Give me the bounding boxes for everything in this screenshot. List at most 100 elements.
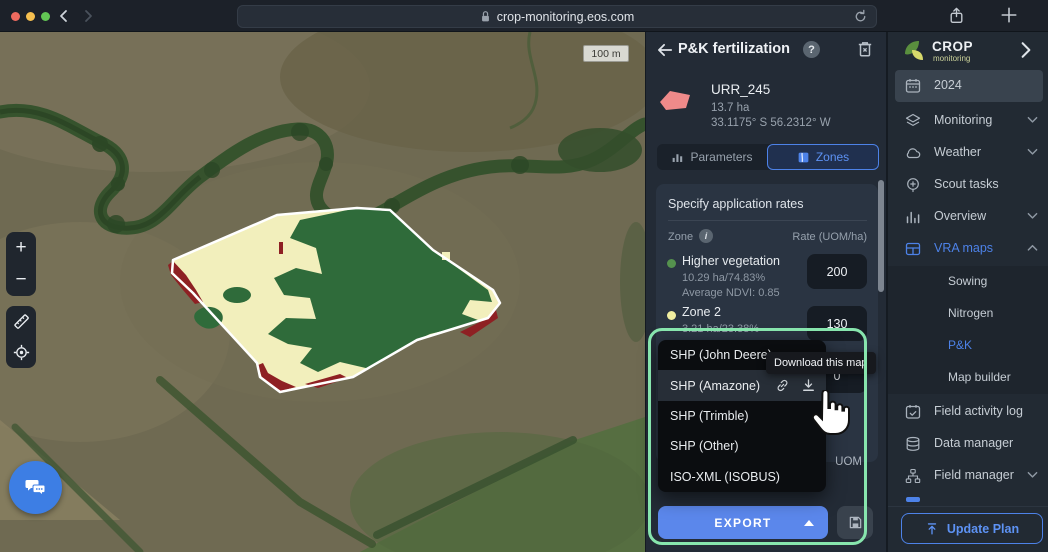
menu-item-shp-other[interactable]: SHP (Other): [658, 431, 826, 461]
browser-back-button[interactable]: [56, 8, 72, 24]
chevron-up-icon: [1027, 244, 1038, 252]
floppy-save-icon: [848, 515, 863, 530]
map-canvas[interactable]: 100 m + −: [0, 32, 645, 552]
tab-parameters-label: Parameters: [690, 150, 752, 164]
zone2-rate-input[interactable]: [807, 306, 867, 341]
sidebar-item-overview[interactable]: Overview: [888, 201, 1048, 233]
zone-column-header: Zone: [668, 231, 693, 243]
field-area: 13.7 ha: [711, 102, 749, 114]
bar-chart-icon: [671, 151, 684, 164]
panel-title: P&K fertilization: [678, 41, 790, 57]
map-tools-control: [6, 306, 36, 368]
browser-chrome: crop-monitoring.eos.com: [0, 0, 1048, 32]
measure-ruler-icon[interactable]: [6, 307, 36, 337]
calendar-icon: [905, 78, 921, 94]
lock-icon: [480, 10, 491, 23]
submenu-item-sowing[interactable]: Sowing: [888, 266, 1048, 298]
back-arrow-icon[interactable]: [656, 41, 674, 59]
zone2-name: Zone 2: [682, 305, 721, 319]
locate-me-icon[interactable]: [6, 338, 36, 368]
stats-bars-icon: [905, 209, 921, 225]
submenu-item-nitrogen[interactable]: Nitrogen: [888, 298, 1048, 330]
sidebar-item-vra-maps[interactable]: VRA maps: [888, 233, 1048, 265]
vra-grid-icon: [905, 241, 921, 257]
panel-scrollbar[interactable]: [878, 180, 884, 292]
download-tooltip: Download this map: [766, 352, 876, 374]
info-icon[interactable]: i: [699, 229, 713, 243]
menu-item-iso-xml[interactable]: ISO-XML (ISOBUS): [658, 462, 826, 492]
tab-zones[interactable]: Zones: [767, 144, 879, 170]
vra-maps-submenu: Sowing Nitrogen P&K Map builder: [888, 266, 1048, 394]
tab-parameters[interactable]: Parameters: [657, 144, 767, 170]
collapse-sidebar-icon[interactable]: [1018, 41, 1034, 59]
zone1-color-dot: [667, 259, 676, 268]
sidebar-item-label: VRA maps: [934, 241, 993, 255]
submenu-item-pk[interactable]: P&K: [888, 330, 1048, 362]
menu-item-shp-trimble[interactable]: SHP (Trimble): [658, 401, 826, 431]
sidebar-bottom-bar: Update Plan: [888, 506, 1048, 552]
zone1-name: Higher vegetation: [682, 254, 780, 268]
sidebar-item-label: Field activity log: [934, 404, 1023, 418]
help-icon[interactable]: ?: [803, 41, 820, 58]
submenu-item-label: P&K: [948, 338, 972, 352]
sidebar-item-season-2024[interactable]: 2024: [895, 70, 1043, 102]
app-window: crop-monitoring.eos.com: [0, 0, 1048, 552]
sidebar-item-label: Monitoring: [934, 113, 992, 127]
hierarchy-icon: [905, 468, 921, 484]
sidebar-item-label: Weather: [934, 145, 981, 159]
zoom-in-button[interactable]: +: [6, 233, 36, 263]
update-plan-button[interactable]: Update Plan: [901, 513, 1043, 544]
zoom-out-button[interactable]: −: [6, 265, 36, 295]
sidebar-item-field-manager[interactable]: Field manager: [888, 460, 1048, 492]
brand-header: CROP monitoring: [888, 32, 1048, 70]
maximize-window-button[interactable]: [41, 12, 50, 21]
sidebar-item-label: 2024: [934, 78, 962, 92]
copy-link-icon[interactable]: [775, 378, 790, 393]
support-chat-button[interactable]: [9, 461, 62, 514]
field-coordinates: 33.1175° S 56.2312° W: [711, 117, 831, 129]
save-button[interactable]: [837, 506, 873, 539]
share-icon[interactable]: [948, 7, 965, 25]
browser-forward-button[interactable]: [80, 8, 96, 24]
map-zoom-control: + −: [6, 232, 36, 296]
zone1-ndvi: Average NDVI: 0.85: [682, 287, 780, 299]
database-icon: [905, 436, 921, 452]
zone1-rate-input[interactable]: [807, 254, 867, 289]
sidebar-item-data-manager[interactable]: Data manager: [888, 428, 1048, 460]
menu-item-label: SHP (John Deere): [670, 348, 772, 362]
submenu-item-label: Map builder: [948, 370, 1011, 384]
minimize-window-button[interactable]: [26, 12, 35, 21]
sidebar-item-scout-tasks[interactable]: Scout tasks: [888, 169, 1048, 201]
new-tab-icon[interactable]: [1000, 6, 1018, 24]
zone2-detail: 3.21 ha/23.38%: [682, 323, 759, 335]
zone1-detail: 10.29 ha/74.83%: [682, 272, 765, 284]
delete-map-icon[interactable]: [856, 40, 874, 58]
caret-up-icon: [804, 520, 814, 526]
export-button-label: EXPORT: [714, 516, 771, 530]
field-name: URR_245: [711, 82, 770, 97]
divider: [668, 220, 867, 221]
close-window-button[interactable]: [11, 12, 20, 21]
sidebar-item-weather[interactable]: Weather: [888, 137, 1048, 169]
menu-item-label: SHP (Other): [670, 439, 739, 453]
panel-tabs: Parameters Zones: [657, 144, 879, 170]
cloud-icon: [905, 145, 921, 161]
panel-header: P&K fertilization ?: [646, 32, 886, 68]
sidebar-item-label: Data manager: [934, 436, 1013, 450]
sidebar-item-monitoring[interactable]: Monitoring: [888, 105, 1048, 137]
sidebar-item-field-activity-log[interactable]: Field activity log: [888, 396, 1048, 428]
main-sidebar: CROP monitoring 2024 Monitoring Weather: [886, 32, 1048, 552]
sidebar-item-label: Overview: [934, 209, 986, 223]
zone2-color-dot: [667, 311, 676, 320]
reload-icon[interactable]: [853, 9, 868, 24]
menu-item-shp-amazone[interactable]: SHP (Amazone): [658, 370, 826, 400]
address-bar[interactable]: crop-monitoring.eos.com: [237, 5, 877, 28]
submenu-item-map-builder[interactable]: Map builder: [888, 362, 1048, 394]
calendar-check-icon: [905, 404, 921, 420]
brand-title: CROP: [932, 39, 973, 54]
rates-heading: Specify application rates: [668, 197, 804, 211]
menu-item-label: SHP (Amazone): [670, 379, 760, 393]
crop-monitoring-logo-icon: [902, 38, 928, 64]
export-button[interactable]: EXPORT: [658, 506, 828, 539]
download-icon[interactable]: [801, 378, 816, 393]
